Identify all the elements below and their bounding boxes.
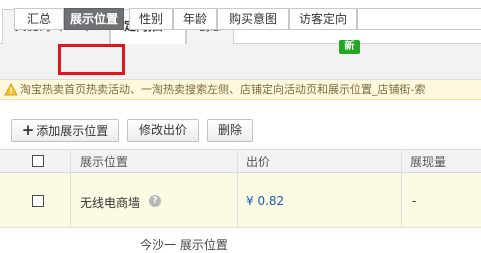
cell-placement: 无线电商墙 [80,196,141,210]
subtab-purchase-intent[interactable]: 购买意图 [217,8,289,30]
subtab-summary[interactable]: 汇总 [14,8,64,30]
edit-bid-button[interactable]: 修改出价 [127,119,199,142]
table-row [0,173,481,228]
edit-bid-label: 修改出价 [138,123,187,137]
subtab-filler [357,8,481,30]
subtab-summary-label: 汇总 [26,12,51,26]
delete-label: 删除 [217,123,242,137]
cell-bid[interactable]: ¥ 0.82 [246,194,284,208]
add-placement-button[interactable]: + 添加展示位置 [11,119,119,142]
header-bid[interactable]: 出价 [246,153,270,170]
subtab-age[interactable]: 年龄 [173,8,217,30]
help-icon[interactable]: ? [149,195,161,207]
notice-text: 淘宝热卖首页热卖活动、一淘热卖搜索左侧、店铺定向活动页和展示位置_店铺街-索 [20,83,426,96]
notice-banner: 淘宝热卖首页热卖活动、一淘热卖搜索左侧、店铺定向活动页和展示位置_店铺街-索 [0,80,481,100]
header-impressions[interactable]: 展现量 [410,153,446,170]
footer-partial-text: 今沙一 展示位置 [140,238,228,252]
subtab-visitor-targeting-label: 访客定向 [298,12,347,26]
header-placement[interactable]: 展示位置 [80,153,128,170]
warning-icon [4,83,18,96]
subtab-purchase-intent-label: 购买意图 [228,12,277,26]
cell-impressions: - [412,194,417,208]
column-divider [70,149,71,228]
subtab-gender[interactable]: 性别 [129,8,173,30]
column-divider [401,149,402,228]
select-all-checkbox[interactable] [32,155,44,167]
column-divider [237,149,238,228]
add-placement-label: 添加展示位置 [36,124,109,138]
subtab-visitor-targeting[interactable]: 访客定向 [289,8,357,30]
annotation-highlight-box [58,44,125,75]
subtab-placement[interactable]: 展示位置 [64,8,124,30]
subtab-placement-label: 展示位置 [69,12,118,26]
row-checkbox[interactable] [32,195,44,207]
table-header [0,149,481,173]
subtab-gender-label: 性别 [138,12,163,26]
new-badge: 新 [339,40,360,54]
plus-icon: + [21,121,35,139]
subtab-age-label: 年龄 [182,12,207,26]
delete-button[interactable]: 删除 [207,119,253,142]
